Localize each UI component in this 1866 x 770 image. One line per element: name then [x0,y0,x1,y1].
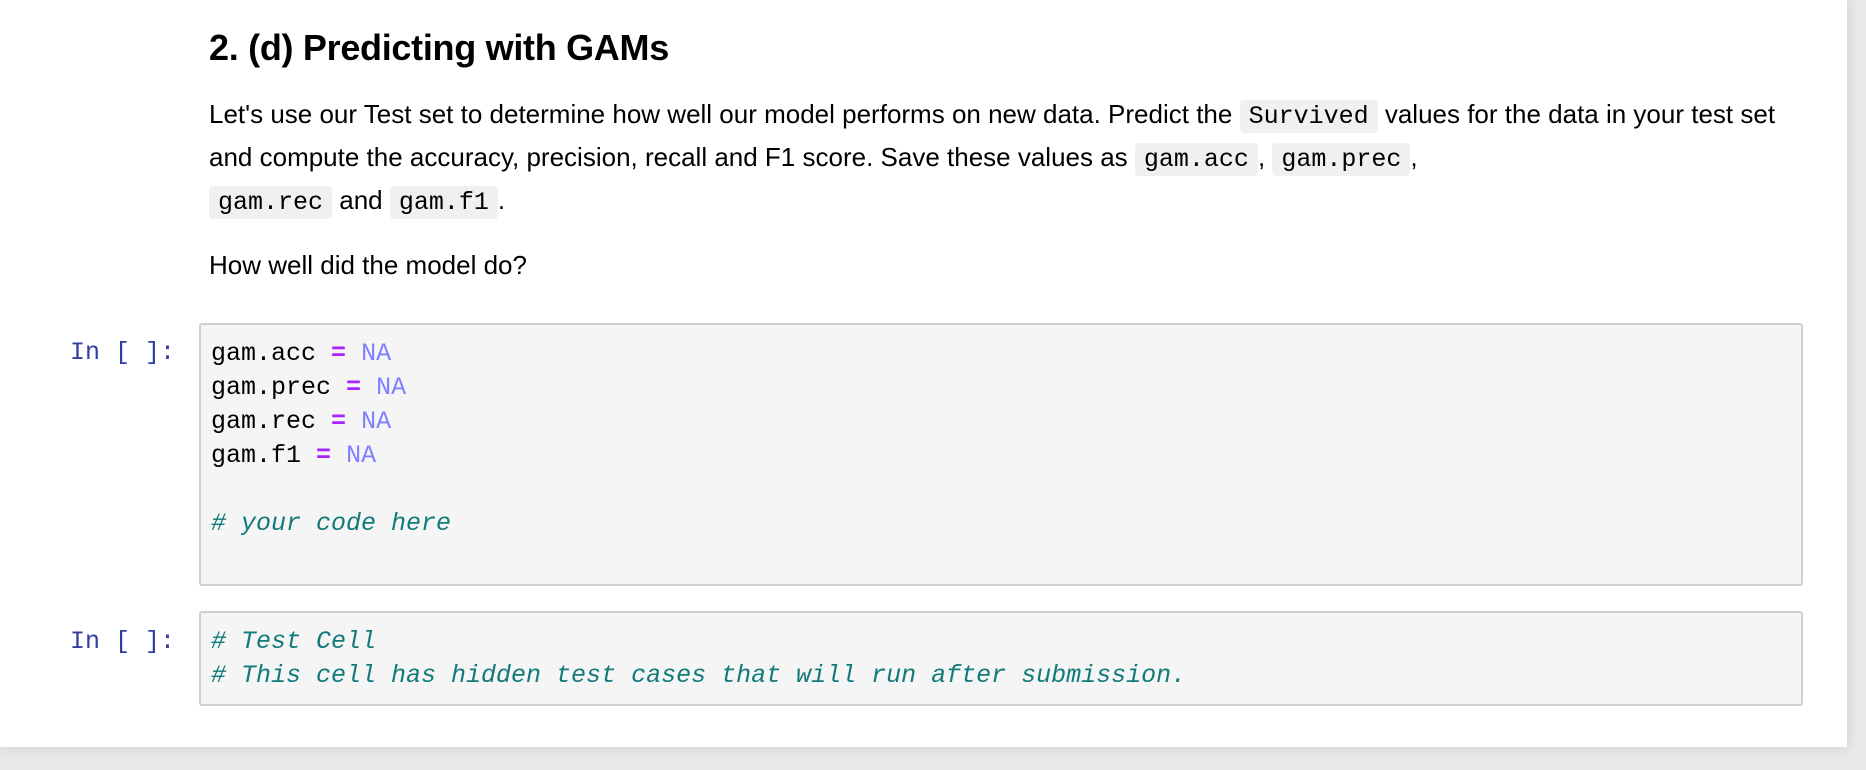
code-comment: # This cell has hidden test cases that w… [211,661,1187,690]
code-gam-prec: gam.prec [1272,143,1411,176]
separator: and [332,185,390,215]
variable: gam.acc [211,339,317,368]
na-constant: NA [361,407,392,436]
period: . [497,185,506,215]
code-gam-rec: gam.rec [209,186,333,219]
code-line: gam.f1 = NA [211,439,376,473]
code-line: gam.prec = NA [211,371,406,405]
na-constant: NA [376,373,407,402]
separator: , [1257,142,1273,172]
code-editor[interactable]: gam.acc = NA gam.prec = NA gam.rec = NA … [199,323,1803,586]
separator: , [1410,142,1418,172]
question-paragraph: How well did the model do? [209,250,527,280]
code-survived: Survived [1239,100,1378,133]
intro-text-1: Let's use our Test set to determine how … [209,99,1240,129]
assign-operator: = [331,407,347,436]
variable: gam.prec [211,373,332,402]
variable: gam.rec [211,407,317,436]
code-editor[interactable]: # Test Cell # This cell has hidden test … [199,611,1803,706]
code-gam-f1: gam.f1 [389,186,498,219]
code-comment: # Test Cell [211,627,377,656]
code-line: gam.acc = NA [211,337,391,371]
code-comment: # your code here [211,509,452,538]
na-constant: NA [346,441,377,470]
assign-operator: = [316,441,332,470]
input-prompt: In [ ]: [70,338,176,367]
code-gam-acc: gam.acc [1134,143,1258,176]
variable: gam.f1 [211,441,302,470]
assign-operator: = [346,373,362,402]
section-heading: 2. (d) Predicting with GAMs [209,27,669,68]
assign-operator: = [331,339,347,368]
notebook-page: 2. (d) Predicting with GAMs Let's use ou… [0,0,1847,747]
code-line: gam.rec = NA [211,405,391,439]
instructions-paragraph: Let's use our Test set to determine how … [209,94,1799,223]
na-constant: NA [361,339,392,368]
input-prompt: In [ ]: [70,627,176,656]
